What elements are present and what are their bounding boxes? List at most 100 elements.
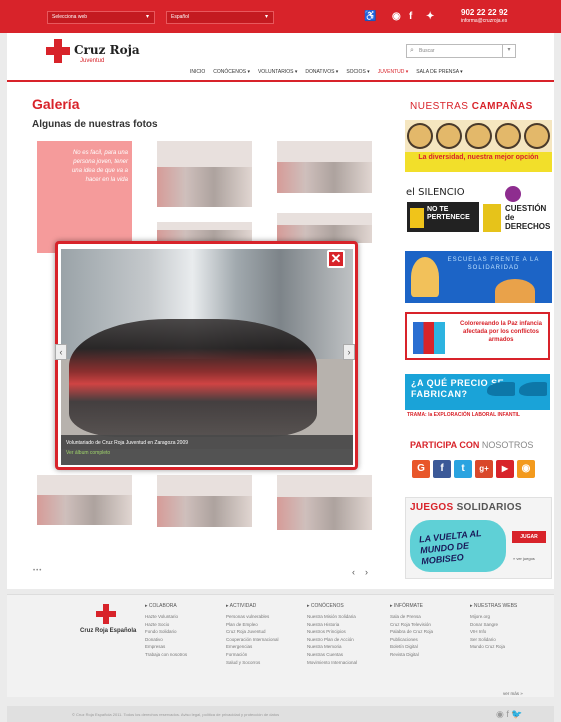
accessibility-icon[interactable]: ♿ [364,10,376,24]
shoe-icon [519,382,547,396]
lightbox-album-link[interactable]: Ver álbum completo [66,450,110,457]
campaign-banner-escuelas[interactable]: ESCUELAS FRENTE A LA SOLIDARIDAD [405,251,552,303]
nav-conocenos[interactable]: CONÓCENOS ▾ [213,66,250,78]
lightbox-next-button[interactable]: › [343,344,355,360]
campaign-banner-precio[interactable]: ¿A QUÉ PRECIO SE FABRICAN? TRAMA: la EXP… [405,374,552,426]
nav-juventud[interactable]: JUVENTUD ▾ [378,66,409,78]
footer-social-icons[interactable]: ◉ f 🐦 [496,709,523,720]
footer-link[interactable]: Boletín Digital [390,643,433,651]
facebook-icon[interactable]: f [409,10,412,24]
language-select[interactable]: Español ▾ [166,11,274,24]
gallery-thumb[interactable] [157,222,252,242]
twitter-icon[interactable]: t [454,460,472,478]
footer-link[interactable]: Revista Digital [390,651,433,659]
play-button[interactable]: JUGAR [512,531,546,543]
pagination-dots: ••• [33,568,43,574]
search-input[interactable]: ⌕ Buscar ▾ [406,44,516,58]
close-icon[interactable]: ✕ [327,250,345,268]
footer-link[interactable]: Nuestra Misión Solidaria [307,613,357,621]
see-more-link[interactable]: ver más » [503,691,523,696]
nav-inicio[interactable]: INICIO [190,66,205,78]
banner-block: NO TE PERTENECE [407,202,479,232]
footer-link[interactable]: Trabaja con nosotros [145,651,187,659]
rss-icon[interactable]: ◉ [392,10,401,24]
footer-link[interactable]: Salud y Socorros [226,659,279,667]
see-games-link[interactable]: » ver juegos [513,556,535,561]
footer-link[interactable]: Nuestra Memoria [307,643,357,651]
brand-name[interactable]: Cruz Roja [74,43,140,57]
chevron-down-icon[interactable]: ▾ [502,44,515,58]
footer-link[interactable]: Emergencias [226,643,279,651]
campaign-banner-silencio[interactable]: el SILENCIO NO TE PERTENECE CUESTIÓN de … [405,184,552,236]
google-icon[interactable]: G [412,460,430,478]
gallery-thumb[interactable]: No es facil, para una persona joven, ten… [37,141,132,253]
footer-link[interactable]: Movimiento Internacional [307,659,357,667]
footer-column-heading: ▸ COLABORA [145,603,177,609]
chevron-right-icon[interactable]: › [365,567,368,577]
gallery-thumb[interactable] [157,141,252,207]
red-cross-logo[interactable] [96,604,116,624]
footer-link[interactable]: Sala de Prensa [390,613,433,621]
gallery-thumb[interactable] [277,475,372,530]
footer-link[interactable]: Personas vulnerables [226,613,279,621]
youtube-icon[interactable]: ▶ [496,460,514,478]
game-artwork[interactable]: LA VUELTA AL MUNDO DE MOBISEO [410,520,506,572]
footer-link[interactable]: Mijore.org [470,613,517,621]
social-buttons: G f t g+ ▶ ◉ [412,460,535,478]
footer-link[interactable]: Empresas [145,643,187,651]
footer-link[interactable]: Mundo Cruz Roja [470,643,517,651]
games-title-b: SOLIDARIOS [456,502,522,513]
pixel-logo-icon [413,322,445,354]
site-select[interactable]: Selecciona web ▾ [47,11,155,24]
gallery-thumb[interactable] [277,213,372,243]
footer-link[interactable]: Cooperación Internacional [226,636,279,644]
footer-link[interactable]: Nuestros Principios [307,628,357,636]
lightbox-prev-button[interactable]: ‹ [55,344,67,360]
email-link[interactable]: informa@cruzroja.es [461,18,507,25]
search-icon: ⌕ [410,47,414,54]
footer-link[interactable]: Nuestras Cuentas [307,651,357,659]
footer-link[interactable]: Donativo [145,636,187,644]
page-title: Galería [32,96,80,112]
brand-subtitle: Juventud [80,58,105,64]
footer-link[interactable]: Nuestra Historia [307,621,357,629]
googleplus-icon[interactable]: g+ [475,460,493,478]
footer-link[interactable]: Donar Sangre [470,621,517,629]
gallery-thumb[interactable] [37,475,132,525]
banner-text: CUESTIÓN de DERECHOS [505,204,551,231]
footer-link[interactable]: Plan de Empleo [226,621,279,629]
campaign-banner-diversidad[interactable]: La diversidad, nuestra mejor opción [405,120,552,172]
footer-link[interactable]: Cruz Roja Televisión [390,621,433,629]
child-illustration [411,257,439,297]
campaign-banner-paz[interactable]: Colorereando la Paz infancia afectada po… [405,312,550,360]
rss-icon[interactable]: ◉ [517,460,535,478]
footer-link[interactable]: Ser Solidario [470,636,517,644]
twitter-icon[interactable]: ✦ [426,10,434,24]
footer-column-heading: ▸ NUESTRAS WEBS [470,603,518,609]
language-select-label: Español [171,14,190,20]
nav-donativos[interactable]: DONATIVOS ▾ [305,66,338,78]
chevron-left-icon[interactable]: ‹ [352,567,355,577]
footer-link[interactable]: Nuestro Plan de Acción [307,636,357,644]
phone-number: 902 22 22 92 [461,8,508,17]
footer-column-conocenos: ▸ CONÓCENOS Nuestra Misión Solidaria Nue… [307,603,357,666]
gallery-thumb[interactable] [157,475,252,527]
red-cross-logo[interactable] [46,39,70,63]
footer-link[interactable]: Hazte Voluntario [145,613,187,621]
footer-link[interactable]: Formación [226,651,279,659]
footer-column-heading: ▸ ACTIVIDAD [226,603,257,609]
footer-link[interactable]: Publicaciones [390,636,433,644]
gallery-thumb[interactable] [277,141,372,193]
footer-link[interactable]: Cruz Roja Juventud [226,628,279,636]
nav-voluntarios[interactable]: VOLUNTARIOS ▾ [258,66,297,78]
nav-socios[interactable]: SOCIOS ▾ [346,66,369,78]
footer-link[interactable]: Fondo Solidario [145,628,187,636]
footer-link[interactable]: Hazte Socio [145,621,187,629]
yellow-figure-icon [483,204,501,232]
banner-text: La diversidad, nuestra mejor opción [405,152,552,172]
gallery-pagination-dots[interactable]: ••• [33,568,42,574]
nav-sala-de-prensa[interactable]: SALA DE PRENSA ▾ [416,66,462,78]
footer-link[interactable]: Palabra de Cruz Roja [390,628,433,636]
facebook-icon[interactable]: f [433,460,451,478]
footer-link[interactable]: VIH Info [470,628,517,636]
